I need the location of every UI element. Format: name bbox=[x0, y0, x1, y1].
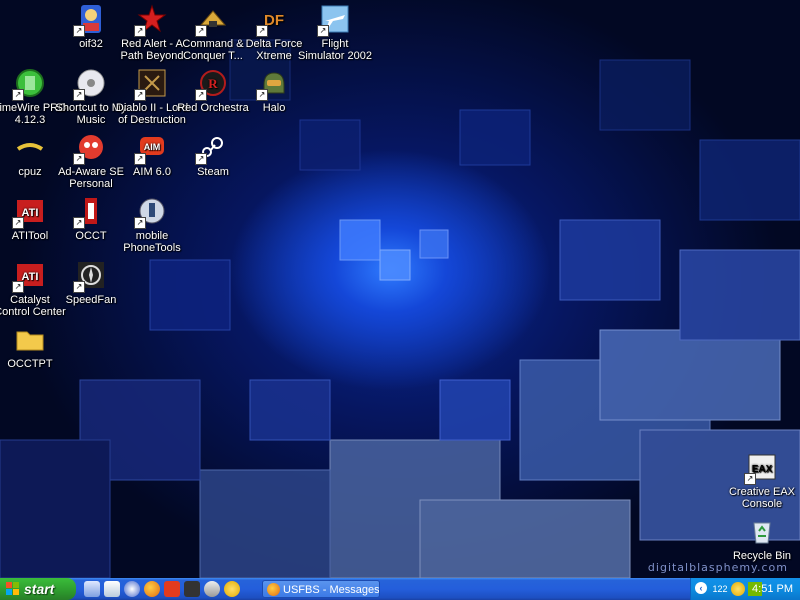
desktop-icon-label: Creative EAX Console bbox=[728, 486, 796, 510]
desktop: ↗ oif32 ↗ LimeWire PRO 4.12.3 cpuz ATI ↗… bbox=[0, 0, 800, 578]
windows-flag-icon bbox=[6, 582, 19, 595]
system-tray: ‹ 122 4:51 PM bbox=[690, 578, 800, 600]
desktop-icon-steam[interactable]: ↗ Steam bbox=[175, 131, 251, 178]
desktop-icon-mobile-phonetools[interactable]: ↗ mobile PhoneTools bbox=[114, 195, 190, 254]
steam-icon: ↗ bbox=[195, 131, 229, 165]
firefox-icon bbox=[267, 583, 280, 596]
recycle-bin-icon bbox=[746, 515, 778, 547]
atitool-icon: ATI ↗ bbox=[12, 195, 46, 229]
tray-temperature: 122 bbox=[712, 584, 728, 594]
taskbar-button-usfbs-messages[interactable]: USFBS - Messages - ... bbox=[262, 580, 380, 598]
aim-icon[interactable] bbox=[164, 581, 180, 597]
desktop-icon-label: Halo bbox=[262, 102, 286, 114]
desktop-icon-halo[interactable]: ↗ Halo bbox=[236, 67, 312, 114]
svg-text:ATI: ATI bbox=[22, 207, 39, 219]
aim-icon: AIM ↗ bbox=[134, 131, 168, 165]
desktop-icon-label: Flight Simulator 2002 bbox=[298, 38, 372, 62]
occt-icon: ↗ bbox=[73, 195, 107, 229]
desktop-icon-creative-eax-console[interactable]: EAX ↗ Creative EAX Console bbox=[724, 451, 800, 510]
chevron-left-icon[interactable]: ‹ bbox=[695, 582, 707, 594]
desktop-icon-recycle-bin[interactable]: Recycle Bin bbox=[724, 515, 800, 562]
msn-icon[interactable] bbox=[731, 582, 745, 596]
red-star-icon: ↗ bbox=[134, 3, 168, 37]
folder-icon bbox=[14, 323, 46, 355]
speedfan-icon[interactable] bbox=[184, 581, 200, 597]
soldier-icon: ↗ bbox=[73, 3, 107, 37]
adaware-icon: ↗ bbox=[73, 131, 107, 165]
svg-text:ATI: ATI bbox=[22, 271, 39, 283]
limewire-icon: ↗ bbox=[12, 67, 46, 101]
ati-icon: ATI ↗ bbox=[12, 259, 46, 293]
desktop-icon-label: Steam bbox=[197, 166, 229, 178]
taskbar-button-label: USFBS - Messages - ... bbox=[283, 584, 380, 596]
speedfan-temp-icon[interactable]: 122 bbox=[711, 582, 729, 596]
delta-force-icon: DF ↗ bbox=[256, 3, 290, 37]
cd-icon: ↗ bbox=[73, 67, 107, 101]
svg-text:R: R bbox=[208, 76, 218, 91]
smiley-icon[interactable] bbox=[224, 581, 240, 597]
svg-text:AIM: AIM bbox=[144, 142, 161, 152]
quick-launch-bar bbox=[84, 581, 240, 597]
start-label: start bbox=[24, 581, 55, 597]
start-button[interactable]: start bbox=[0, 578, 76, 600]
firefox-icon[interactable] bbox=[144, 581, 160, 597]
system-clock: 4:51 PM bbox=[752, 583, 793, 595]
notepad-icon[interactable] bbox=[104, 581, 120, 597]
phonetools-icon: ↗ bbox=[134, 195, 168, 229]
halo-helmet-icon: ↗ bbox=[256, 67, 290, 101]
taskbar: start USFBS - Messages - ... ‹ 122 4:51 … bbox=[0, 578, 800, 600]
cpuz-icon bbox=[14, 131, 46, 163]
desktop-icon-flight-simulator-2002[interactable]: ↗ Flight Simulator 2002 bbox=[297, 3, 373, 62]
diablo-icon: ↗ bbox=[134, 67, 168, 101]
show-desktop-icon[interactable] bbox=[84, 581, 100, 597]
wallpaper-watermark: digitalblasphemy.com bbox=[647, 561, 788, 574]
eax-icon: EAX ↗ bbox=[744, 451, 778, 485]
desktop-icon-label: OCCTPT bbox=[7, 358, 53, 370]
desktop-icon-occtpt[interactable]: OCCTPT bbox=[0, 323, 68, 370]
cnc-icon: ↗ bbox=[195, 3, 229, 37]
airplane-icon: ↗ bbox=[317, 3, 351, 37]
desktop-icon-label: SpeedFan bbox=[65, 294, 117, 306]
steam-icon[interactable] bbox=[204, 581, 220, 597]
media-player-icon[interactable] bbox=[124, 581, 140, 597]
desktop-icon-label: mobile PhoneTools bbox=[123, 230, 181, 254]
red-orchestra-icon: R ↗ bbox=[195, 67, 229, 101]
desktop-icon-speedfan[interactable]: ↗ SpeedFan bbox=[53, 259, 129, 306]
fan-icon: ↗ bbox=[73, 259, 107, 293]
